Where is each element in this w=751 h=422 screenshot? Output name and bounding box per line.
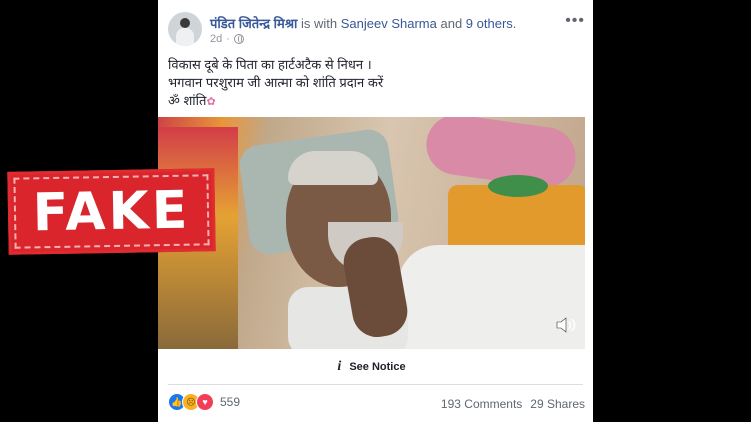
speaker-muted-icon[interactable] xyxy=(554,313,578,337)
post-timestamp[interactable]: 2d xyxy=(210,33,222,45)
with-text: is with xyxy=(297,16,341,31)
fake-stamp-label: FAKE xyxy=(32,180,191,243)
see-notice-label: See Notice xyxy=(349,361,406,373)
globe-icon xyxy=(233,34,244,44)
post-text-line: विकास दूबे के पिता का हार्टअटैक से निधन … xyxy=(168,57,372,72)
divider xyxy=(168,384,583,385)
flower-emoji-icon: ✿ xyxy=(206,96,216,108)
video-player[interactable] xyxy=(158,117,585,349)
post-header: पंडित जितेन्द्र मिश्रा is with Sanjeev S… xyxy=(210,14,516,32)
and-text: and xyxy=(436,16,466,31)
author-name-link[interactable]: पंडित जितेन्द्र मिश्रा xyxy=(210,16,297,31)
love-reaction-icon: ♥ xyxy=(196,393,214,411)
post-text: विकास दूबे के पिता का हार्टअटैक से निधन … xyxy=(168,56,383,111)
others-link[interactable]: 9 others xyxy=(466,16,513,31)
see-notice-button[interactable]: i See Notice xyxy=(158,355,585,379)
more-options-icon[interactable]: ••• xyxy=(565,12,585,30)
reaction-count: 559 xyxy=(220,395,241,409)
post-text-line-3: ॐ शांति✿ xyxy=(168,93,216,108)
facebook-post-card: पंडित जितेन्द्र मिश्रा is with Sanjeev S… xyxy=(158,0,593,422)
tagged-user-link[interactable]: Sanjeev Sharma xyxy=(341,16,437,31)
info-icon: i xyxy=(337,359,342,374)
comments-count-link[interactable]: 193 Comments xyxy=(441,397,522,411)
post-meta: 2d · xyxy=(210,33,244,45)
fake-stamp: FAKE xyxy=(7,168,216,255)
reactions-summary[interactable]: 👍 ☹ ♥ 559 xyxy=(168,393,240,411)
avatar[interactable] xyxy=(168,12,202,46)
period-text: . xyxy=(512,16,517,31)
engagement-stats: 193 Comments 29 Shares xyxy=(441,397,585,411)
post-text-line: भगवान परशुराम जी आत्मा को शांति प्रदान क… xyxy=(168,75,384,90)
shares-count-link[interactable]: 29 Shares xyxy=(530,397,585,411)
